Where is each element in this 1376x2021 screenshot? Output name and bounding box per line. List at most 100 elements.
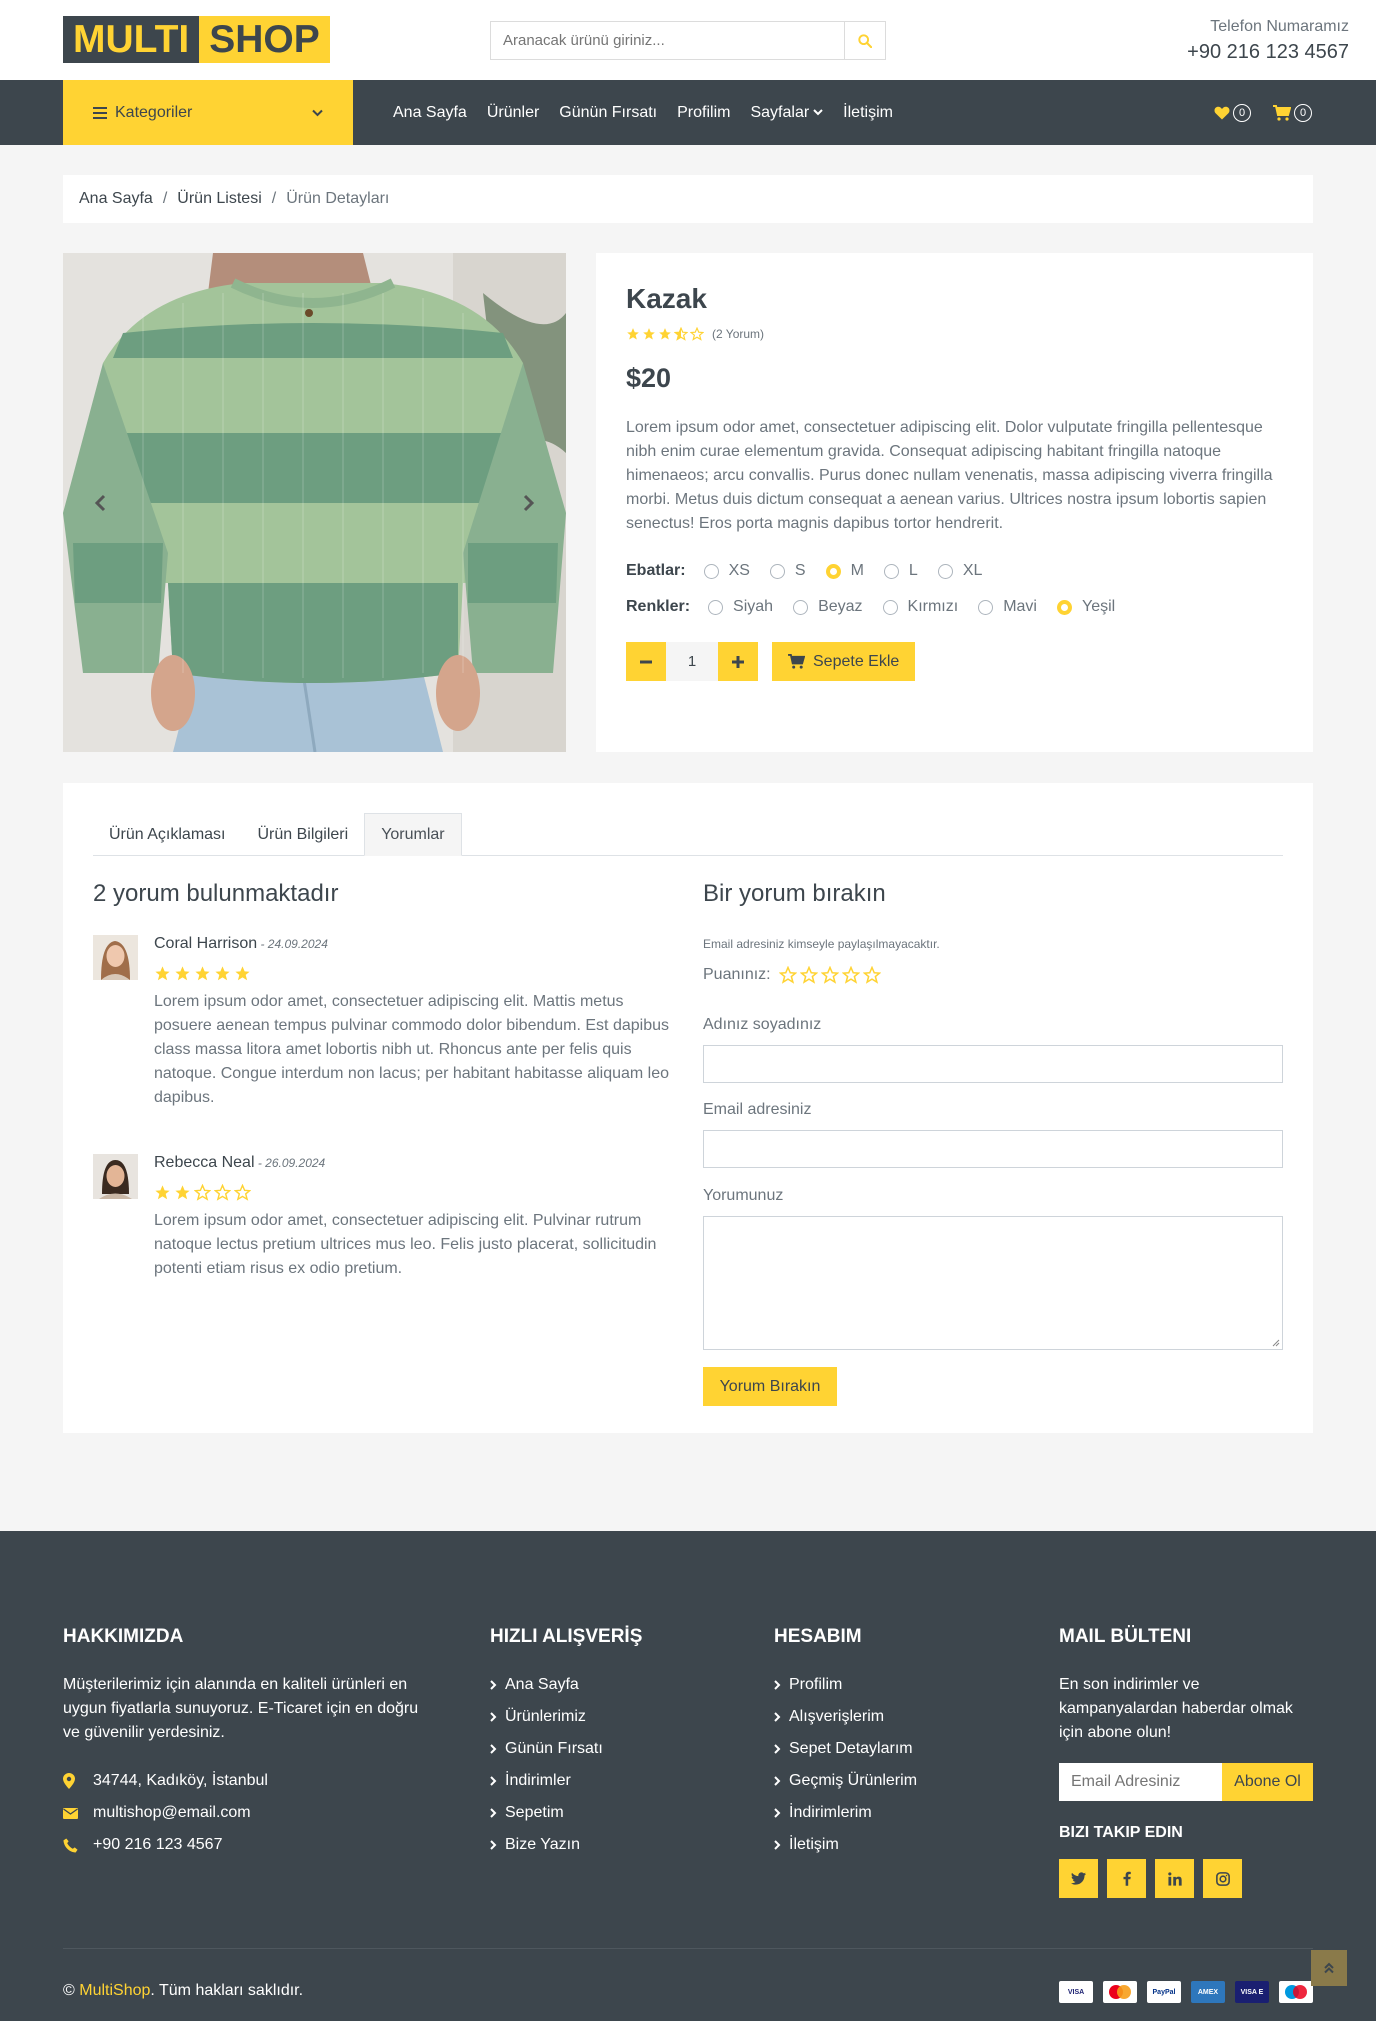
- wishlist-button[interactable]: 0: [1214, 103, 1251, 122]
- categories-label: Kategoriler: [115, 103, 193, 121]
- footer-link[interactable]: Profilim: [774, 1669, 917, 1701]
- color-option-green[interactable]: Yeşil: [1056, 598, 1115, 616]
- comment-textarea[interactable]: [703, 1216, 1283, 1350]
- star-empty-icon[interactable]: [799, 966, 818, 984]
- nav-link-home[interactable]: Ana Sayfa: [393, 104, 467, 122]
- breadcrumb: Ana Sayfa / Ürün Listesi / Ürün Detaylar…: [63, 175, 1313, 223]
- star-full-icon: [195, 966, 210, 981]
- star-empty-icon[interactable]: [820, 966, 839, 984]
- star-full-icon: [643, 328, 655, 340]
- radio-icon: [978, 599, 994, 615]
- tab-information[interactable]: Ürün Bilgileri: [241, 813, 364, 856]
- email-field[interactable]: [703, 1130, 1283, 1168]
- nav-link-pages-dropdown[interactable]: Sayfalar: [750, 104, 823, 122]
- paypal-card-icon: PayPal: [1147, 1981, 1181, 2003]
- size-label: S: [794, 562, 806, 579]
- color-option-blue[interactable]: Mavi: [978, 598, 1037, 616]
- reviewer-name: Rebecca Neal: [154, 1154, 255, 1171]
- newsletter-subscribe-button[interactable]: Abone Ol: [1222, 1763, 1313, 1801]
- size-option-xl[interactable]: XL: [937, 562, 982, 580]
- nav-link-deal[interactable]: Günün Fırsatı: [559, 104, 657, 122]
- quantity-decrease-button[interactable]: [626, 642, 666, 681]
- tab-reviews[interactable]: Yorumlar: [364, 813, 462, 856]
- footer-link[interactable]: İndirimler: [490, 1765, 603, 1797]
- size-option-m[interactable]: M: [825, 562, 864, 580]
- radio-icon: [883, 563, 899, 579]
- avatar: [93, 1154, 138, 1199]
- breadcrumb-product-list[interactable]: Ürün Listesi: [177, 190, 261, 208]
- add-to-cart-label: Sepete Ekle: [813, 652, 900, 670]
- newsletter-email-input[interactable]: [1059, 1763, 1222, 1801]
- color-option-red[interactable]: Kırmızı: [882, 598, 959, 616]
- review-item: Coral Harrison - 24.09.2024 Lorem ipsum …: [93, 935, 673, 1110]
- quantity-increase-button[interactable]: [718, 642, 758, 681]
- footer-link[interactable]: İndirimlerim: [774, 1797, 917, 1829]
- search-button[interactable]: [844, 22, 885, 59]
- chevron-right-icon: [490, 1744, 497, 1754]
- chevron-right-icon: [774, 1744, 781, 1754]
- review-text: Lorem ipsum odor amet, consectetuer adip…: [154, 1212, 657, 1277]
- add-to-cart-button[interactable]: Sepete Ekle: [772, 642, 916, 681]
- footer-link[interactable]: Günün Fırsatı: [490, 1733, 603, 1765]
- footer-link[interactable]: İletişim: [774, 1829, 917, 1861]
- footer-phone-text[interactable]: +90 216 123 4567: [93, 1836, 222, 1854]
- chevron-right-icon: [774, 1840, 781, 1850]
- footer-link[interactable]: Sepetim: [490, 1797, 603, 1829]
- nav-link-contact[interactable]: İletişim: [843, 104, 893, 122]
- chevron-right-icon: [774, 1776, 781, 1786]
- size-option-xs[interactable]: XS: [703, 562, 750, 580]
- footer-newsletter-heading: MAIL BÜLTENI: [1059, 1626, 1192, 1647]
- review-count: (2 Yorum): [712, 327, 765, 341]
- footer-email-text[interactable]: multishop@email.com: [93, 1804, 251, 1822]
- nav-link-profile[interactable]: Profilim: [677, 104, 730, 122]
- breadcrumb-home[interactable]: Ana Sayfa: [79, 190, 153, 208]
- footer-follow-heading: BIZI TAKIP EDIN: [1059, 1824, 1183, 1841]
- tab-bar: Ürün Açıklaması Ürün Bilgileri Yorumlar: [93, 813, 1283, 856]
- star-empty-icon[interactable]: [778, 966, 797, 984]
- site-logo[interactable]: MULTI SHOP: [63, 16, 330, 63]
- search-input[interactable]: [491, 22, 844, 59]
- footer-address: 34744, Kadıköy, İstanbul: [63, 1765, 268, 1797]
- product-price: $20: [626, 363, 672, 393]
- categories-toggle[interactable]: Kategoriler: [63, 80, 353, 145]
- footer-link[interactable]: Geçmiş Ürünlerim: [774, 1765, 917, 1797]
- linkedin-button[interactable]: [1155, 1859, 1194, 1898]
- instagram-button[interactable]: [1203, 1859, 1242, 1898]
- name-field-label: Adınız soyadınız: [703, 1016, 822, 1033]
- footer-link[interactable]: Alışverişlerim: [774, 1701, 917, 1733]
- footer-quick-links: Ana Sayfa Ürünlerimiz Günün Fırsatı İndi…: [490, 1669, 603, 1861]
- footer-link[interactable]: Ana Sayfa: [490, 1669, 603, 1701]
- copyright-text: . Tüm hakları saklıdır.: [150, 1982, 304, 1999]
- facebook-button[interactable]: [1107, 1859, 1146, 1898]
- review-body: Coral Harrison - 24.09.2024 Lorem ipsum …: [154, 935, 673, 1110]
- chevron-right-icon: [490, 1776, 497, 1786]
- quantity-input[interactable]: 1: [666, 642, 718, 681]
- carousel-next-button[interactable]: [518, 493, 538, 513]
- review-text: Lorem ipsum odor amet, consectetuer adip…: [154, 993, 670, 1106]
- footer-link[interactable]: Bize Yazın: [490, 1829, 603, 1861]
- map-marker-icon: [63, 1773, 75, 1789]
- footer-link-label: Ürünlerimiz: [505, 1708, 586, 1725]
- cart-button[interactable]: 0: [1273, 103, 1312, 122]
- star-full-icon: [659, 328, 671, 340]
- submit-review-button[interactable]: Yorum Bırakın: [703, 1367, 837, 1406]
- nav-link-products[interactable]: Ürünler: [487, 104, 539, 122]
- size-option-l[interactable]: L: [883, 562, 918, 580]
- color-option-black[interactable]: Siyah: [708, 598, 773, 616]
- review-rating-stars: [154, 965, 673, 982]
- footer-link[interactable]: Sepet Detaylarım: [774, 1733, 917, 1765]
- tab-description[interactable]: Ürün Açıklaması: [93, 813, 241, 856]
- star-empty-icon[interactable]: [841, 966, 860, 984]
- carousel-prev-button[interactable]: [91, 493, 111, 513]
- copyright-brand[interactable]: MultiShop: [79, 1982, 150, 1999]
- footer-about-heading: HAKKIMIZDA: [63, 1626, 184, 1647]
- color-label: Kırmızı: [907, 598, 959, 615]
- back-to-top-button[interactable]: [1311, 1950, 1347, 1986]
- star-empty-icon[interactable]: [862, 966, 881, 984]
- size-option-s[interactable]: S: [769, 562, 806, 580]
- twitter-button[interactable]: [1059, 1859, 1098, 1898]
- name-field[interactable]: [703, 1045, 1283, 1083]
- review-form-note: Email adresiniz kimseyle paylaşılmayacak…: [703, 937, 940, 951]
- footer-link[interactable]: Ürünlerimiz: [490, 1701, 603, 1733]
- color-option-white[interactable]: Beyaz: [793, 598, 863, 616]
